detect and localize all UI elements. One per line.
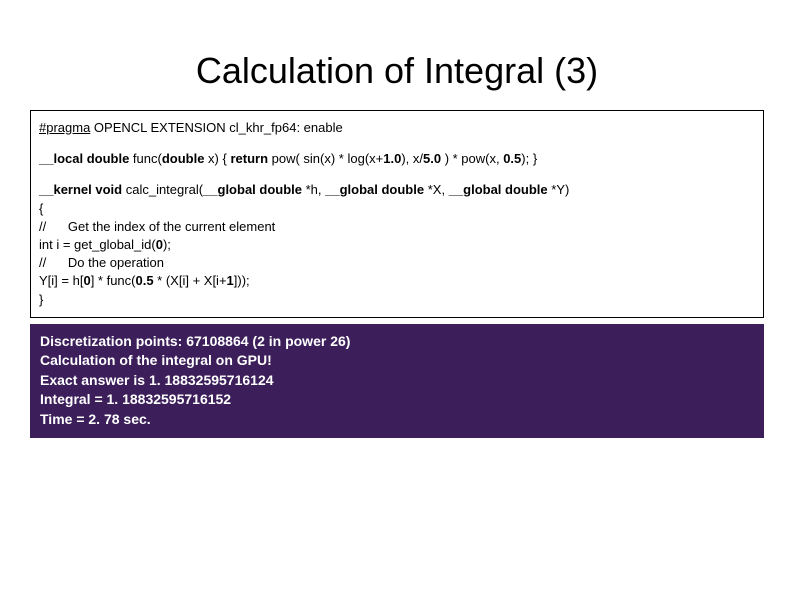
output-line: Time = 2. 78 sec. bbox=[40, 410, 754, 430]
code-keyword: return bbox=[230, 151, 271, 166]
code-text: ); } bbox=[521, 151, 537, 166]
code-line: { bbox=[39, 200, 755, 218]
code-text: ])); bbox=[234, 273, 250, 288]
code-keyword: __global double bbox=[325, 182, 428, 197]
code-block: #pragma OPENCL EXTENSION cl_khr_fp64: en… bbox=[30, 110, 764, 318]
blank-line bbox=[39, 137, 755, 150]
code-text: ); bbox=[163, 237, 171, 252]
code-line: #pragma OPENCL EXTENSION cl_khr_fp64: en… bbox=[39, 119, 755, 137]
code-line: // Do the operation bbox=[39, 254, 755, 272]
code-keyword: __local double bbox=[39, 151, 133, 166]
output-line: Exact answer is 1. 18832595716124 bbox=[40, 371, 754, 391]
code-literal: 0.5 bbox=[503, 151, 521, 166]
code-literal: 0 bbox=[156, 237, 163, 252]
output-line: Discretization points: 67108864 (2 in po… bbox=[40, 332, 754, 352]
code-text: ] * func( bbox=[91, 273, 136, 288]
code-keyword: __global double bbox=[449, 182, 552, 197]
code-keyword: double bbox=[162, 151, 208, 166]
code-text: Y[i] = h[ bbox=[39, 273, 83, 288]
output-line: Integral = 1. 18832595716152 bbox=[40, 390, 754, 410]
code-literal: 0 bbox=[83, 273, 90, 288]
code-keyword: __kernel void bbox=[39, 182, 126, 197]
output-line: Calculation of the integral on GPU! bbox=[40, 351, 754, 371]
slide-title: Calculation of Integral (3) bbox=[30, 50, 764, 92]
code-text: pow( sin(x) * log(x+ bbox=[272, 151, 384, 166]
code-literal: 0.5 bbox=[135, 273, 157, 288]
pragma-directive: #pragma bbox=[39, 120, 90, 135]
code-text: *Y) bbox=[551, 182, 569, 197]
blank-line bbox=[39, 168, 755, 181]
code-line: // Get the index of the current element bbox=[39, 218, 755, 236]
code-line: int i = get_global_id(0); bbox=[39, 236, 755, 254]
code-literal: 1 bbox=[227, 273, 234, 288]
code-line: __kernel void calc_integral(__global dou… bbox=[39, 181, 755, 199]
code-line: __local double func(double x) { return p… bbox=[39, 150, 755, 168]
output-block: Discretization points: 67108864 (2 in po… bbox=[30, 324, 764, 438]
code-text: * (X[i] + X[i+ bbox=[157, 273, 226, 288]
code-text: func( bbox=[133, 151, 162, 166]
code-text: ), x/ bbox=[401, 151, 423, 166]
code-text: *X, bbox=[428, 182, 449, 197]
code-line: Y[i] = h[0] * func(0.5 * (X[i] + X[i+1])… bbox=[39, 272, 755, 290]
code-line: } bbox=[39, 291, 755, 309]
code-literal: 1.0 bbox=[383, 151, 401, 166]
code-text: OPENCL EXTENSION cl_khr_fp64: enable bbox=[90, 120, 342, 135]
code-text: calc_integral( bbox=[126, 182, 203, 197]
code-text: int i = get_global_id( bbox=[39, 237, 156, 252]
code-keyword: __global double bbox=[203, 182, 306, 197]
code-text: *h, bbox=[306, 182, 326, 197]
code-text: x) { bbox=[208, 151, 230, 166]
code-text: ) * pow(x, bbox=[445, 151, 504, 166]
code-literal: 5.0 bbox=[423, 151, 445, 166]
